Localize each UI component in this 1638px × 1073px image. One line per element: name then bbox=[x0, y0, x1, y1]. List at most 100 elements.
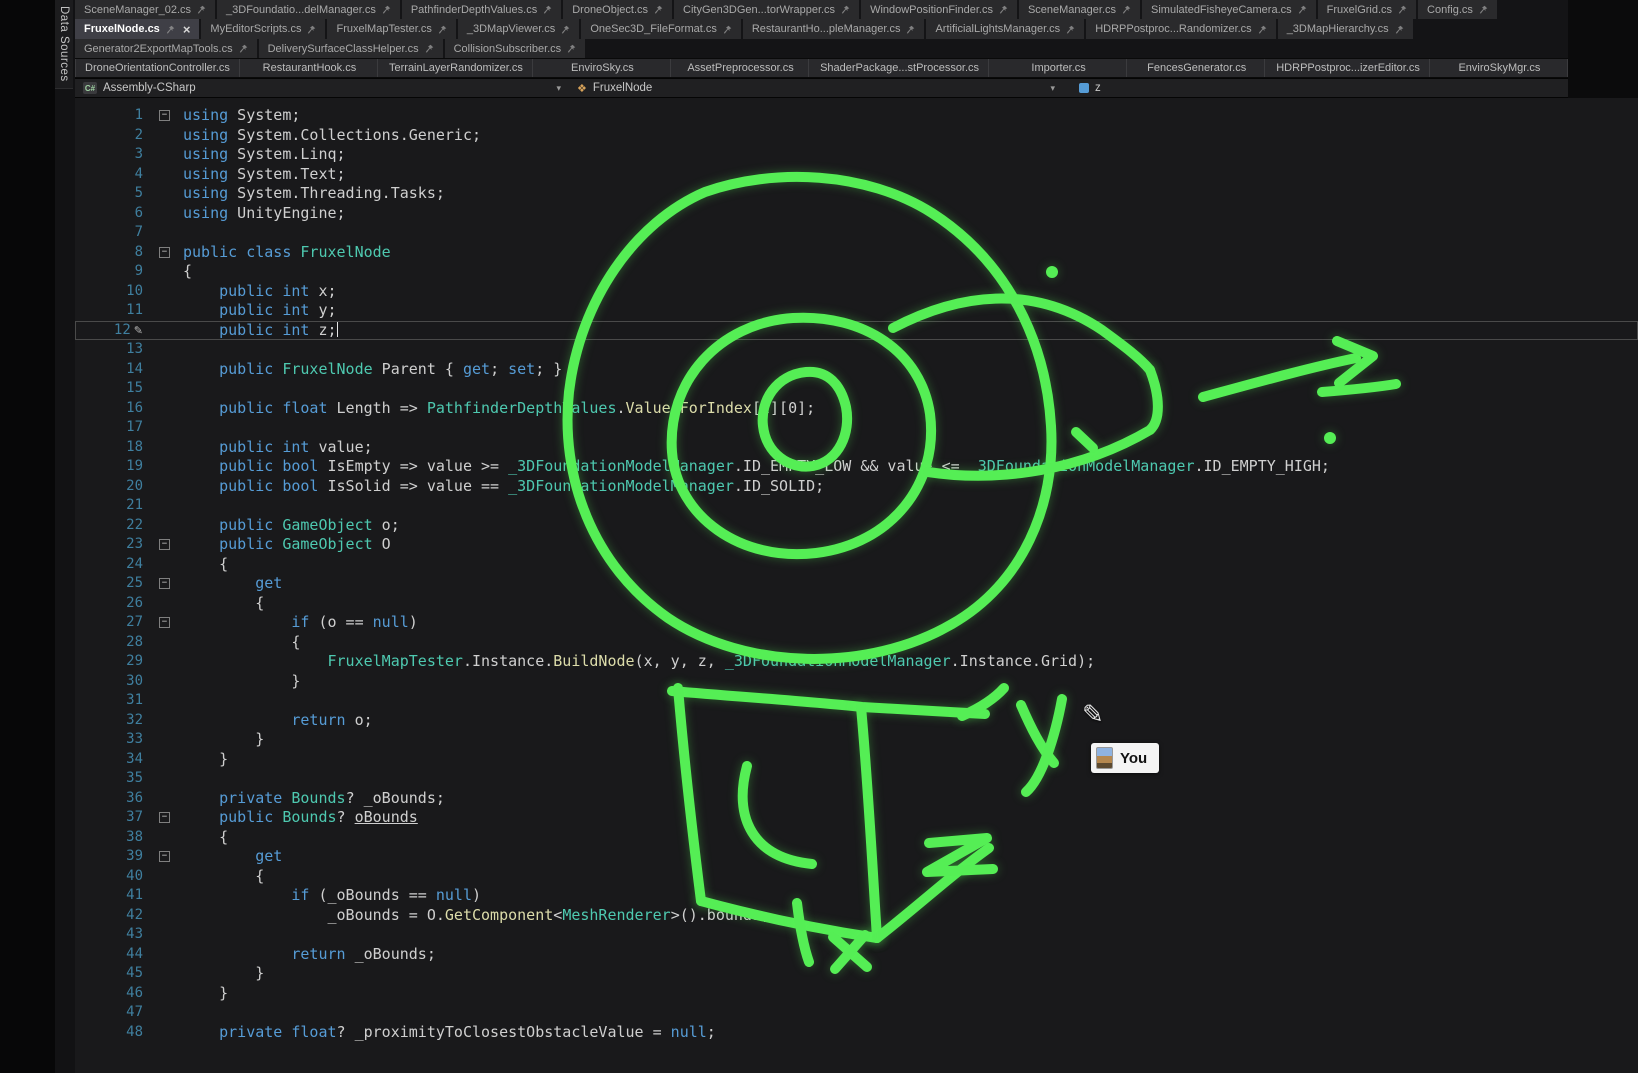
tab-importer-cs[interactable]: Importer.cs bbox=[991, 59, 1127, 77]
code-line-16[interactable]: 16 public float Length => PathfinderDept… bbox=[75, 399, 1638, 419]
tab-simulatedfisheyecamera-cs[interactable]: SimulatedFisheyeCamera.cs bbox=[1142, 0, 1316, 19]
tab-droneobject-cs[interactable]: DroneObject.cs bbox=[563, 0, 672, 19]
code-line-9[interactable]: 9{ bbox=[75, 262, 1638, 282]
code-line-3[interactable]: 3using System.Linq; bbox=[75, 145, 1638, 165]
fold-marker-icon[interactable]: − bbox=[159, 617, 170, 628]
code-line-27[interactable]: 27− if (o == null) bbox=[75, 613, 1638, 633]
pin-icon bbox=[239, 44, 248, 53]
code-line-45[interactable]: 45 } bbox=[75, 964, 1638, 984]
code-line-19[interactable]: 19 public bool IsEmpty => value >= _3DFo… bbox=[75, 457, 1638, 477]
line-number: 48 bbox=[75, 1023, 143, 1043]
tab-envirosky-cs[interactable]: EnviroSky.cs bbox=[535, 59, 671, 77]
code-line-44[interactable]: 44 return _oBounds; bbox=[75, 945, 1638, 965]
tab-restaurantho-plemanager-cs[interactable]: RestaurantHo...pleManager.cs bbox=[743, 19, 925, 39]
tab--3dmapviewer-cs[interactable]: _3DMapViewer.cs bbox=[458, 19, 579, 39]
code-line-15[interactable]: 15 bbox=[75, 379, 1638, 399]
sidebar-tab-data-sources[interactable]: Data Sources bbox=[55, 0, 73, 89]
tab-fruxelnode-cs[interactable]: FruxelNode.cs× bbox=[75, 19, 199, 39]
code-line-31[interactable]: 31 bbox=[75, 691, 1638, 711]
code-line-4[interactable]: 4using System.Text; bbox=[75, 165, 1638, 185]
code-line-12[interactable]: 12✎ public int z; bbox=[75, 321, 1638, 341]
tab-artificiallightsmanager-cs[interactable]: ArtificialLightsManager.cs bbox=[926, 19, 1084, 39]
tab-enviroskymgr-cs[interactable]: EnviroSkyMgr.cs bbox=[1432, 59, 1568, 77]
tab-onesec3d-fileformat-cs[interactable]: OneSec3D_FileFormat.cs bbox=[581, 19, 741, 39]
tab-deliverysurfaceclasshelper-cs[interactable]: DeliverySurfaceClassHelper.cs bbox=[259, 39, 443, 58]
tab-hdrppostproc-randomizer-cs[interactable]: HDRPPostproc...Randomizer.cs bbox=[1086, 19, 1276, 39]
tab-label: _3DMapHierarchy.cs bbox=[1287, 23, 1389, 35]
tab-citygen3dgen-torwrapper-cs[interactable]: CityGen3DGen...torWrapper.cs bbox=[674, 0, 859, 19]
code-line-23[interactable]: 23− public GameObject O bbox=[75, 535, 1638, 555]
code-line-10[interactable]: 10 public int x; bbox=[75, 282, 1638, 302]
tab-config-cs[interactable]: Config.cs bbox=[1418, 0, 1497, 19]
line-number: 22 bbox=[75, 516, 143, 536]
tab--3dmaphierarchy-cs[interactable]: _3DMapHierarchy.cs bbox=[1278, 19, 1413, 39]
code-line-14[interactable]: 14 public FruxelNode Parent { get; set; … bbox=[75, 360, 1638, 380]
tab-scenemanager-02-cs[interactable]: SceneManager_02.cs bbox=[75, 0, 215, 19]
tab-fruxelgrid-cs[interactable]: FruxelGrid.cs bbox=[1318, 0, 1416, 19]
code-line-29[interactable]: 29 FruxelMapTester.Instance.BuildNode(x,… bbox=[75, 652, 1638, 672]
tab-restauranthook-cs[interactable]: RestaurantHook.cs bbox=[242, 59, 378, 77]
code-line-26[interactable]: 26 { bbox=[75, 594, 1638, 614]
code-line-1[interactable]: 1−using System; bbox=[75, 106, 1638, 126]
code-line-20[interactable]: 20 public bool IsSolid => value == _3DFo… bbox=[75, 477, 1638, 497]
tab-terrainlayerrandomizer-cs[interactable]: TerrainLayerRandomizer.cs bbox=[380, 59, 533, 77]
code-line-22[interactable]: 22 public GameObject o; bbox=[75, 516, 1638, 536]
code-line-30[interactable]: 30 } bbox=[75, 672, 1638, 692]
code-line-46[interactable]: 46 } bbox=[75, 984, 1638, 1004]
tab-generator2exportmaptools-cs[interactable]: Generator2ExportMapTools.cs bbox=[75, 39, 257, 58]
close-icon[interactable]: × bbox=[183, 23, 191, 36]
tab-shaderpackage-stprocessor-cs[interactable]: ShaderPackage...stProcessor.cs bbox=[811, 59, 989, 77]
code-editor[interactable]: 1−using System;2using System.Collections… bbox=[75, 98, 1638, 1073]
code-line-18[interactable]: 18 public int value; bbox=[75, 438, 1638, 458]
code-line-24[interactable]: 24 { bbox=[75, 555, 1638, 575]
code-line-41[interactable]: 41 if (_oBounds == null) bbox=[75, 886, 1638, 906]
tab-pathfinderdepthvalues-cs[interactable]: PathfinderDepthValues.cs bbox=[402, 0, 561, 19]
tab-collisionsubscriber-cs[interactable]: CollisionSubscriber.cs bbox=[445, 39, 586, 58]
code-line-6[interactable]: 6using UnityEngine; bbox=[75, 204, 1638, 224]
code-line-39[interactable]: 39− get bbox=[75, 847, 1638, 867]
code-line-35[interactable]: 35 bbox=[75, 769, 1638, 789]
code-line-11[interactable]: 11 public int y; bbox=[75, 301, 1638, 321]
code-line-38[interactable]: 38 { bbox=[75, 828, 1638, 848]
code-text bbox=[176, 340, 1638, 360]
code-line-37[interactable]: 37− public Bounds? oBounds bbox=[75, 808, 1638, 828]
fold-marker-icon[interactable]: − bbox=[159, 539, 170, 550]
tab-droneorientationcontroller-cs[interactable]: DroneOrientationController.cs bbox=[75, 59, 240, 77]
breadcrumb-member-dropdown[interactable]: z bbox=[1063, 79, 1109, 97]
tab--3dfoundatio-delmanager-cs[interactable]: _3DFoundatio...delManager.cs bbox=[217, 0, 400, 19]
code-line-40[interactable]: 40 { bbox=[75, 867, 1638, 887]
code-line-8[interactable]: 8−public class FruxelNode bbox=[75, 243, 1638, 263]
code-line-43[interactable]: 43 bbox=[75, 925, 1638, 945]
tab-myeditorscripts-cs[interactable]: MyEditorScripts.cs bbox=[201, 19, 325, 39]
code-line-32[interactable]: 32 return o; bbox=[75, 711, 1638, 731]
tab-scenemanager-cs[interactable]: SceneManager.cs bbox=[1019, 0, 1140, 19]
code-line-21[interactable]: 21 bbox=[75, 496, 1638, 516]
presence-chip: You bbox=[1091, 743, 1159, 773]
code-line-47[interactable]: 47 bbox=[75, 1003, 1638, 1023]
fold-marker-icon[interactable]: − bbox=[159, 812, 170, 823]
code-line-33[interactable]: 33 } bbox=[75, 730, 1638, 750]
fold-marker-icon[interactable]: − bbox=[159, 851, 170, 862]
fold-marker-icon[interactable]: − bbox=[159, 247, 170, 258]
code-line-48[interactable]: 48 private float? _proximityToClosestObs… bbox=[75, 1023, 1638, 1043]
fold-marker-icon[interactable]: − bbox=[159, 110, 170, 121]
code-line-2[interactable]: 2using System.Collections.Generic; bbox=[75, 126, 1638, 146]
code-line-5[interactable]: 5using System.Threading.Tasks; bbox=[75, 184, 1638, 204]
tab-windowpositionfinder-cs[interactable]: WindowPositionFinder.cs bbox=[861, 0, 1017, 19]
breadcrumb-type-dropdown[interactable]: ❖ FruxelNode ▾ bbox=[569, 79, 1063, 97]
code-line-42[interactable]: 42 _oBounds = O.GetComponent<MeshRendere… bbox=[75, 906, 1638, 926]
code-line-13[interactable]: 13 bbox=[75, 340, 1638, 360]
tab-hdrppostproc-izereditor-cs[interactable]: HDRPPostproc...izerEditor.cs bbox=[1267, 59, 1430, 77]
tab-fruxelmaptester-cs[interactable]: FruxelMapTester.cs bbox=[327, 19, 455, 39]
code-line-36[interactable]: 36 private Bounds? _oBounds; bbox=[75, 789, 1638, 809]
fold-marker-icon[interactable]: − bbox=[159, 578, 170, 589]
code-line-7[interactable]: 7 bbox=[75, 223, 1638, 243]
line-number: 46 bbox=[75, 984, 143, 1004]
code-line-34[interactable]: 34 } bbox=[75, 750, 1638, 770]
tab-fencesgenerator-cs[interactable]: FencesGenerator.cs bbox=[1129, 59, 1265, 77]
tab-assetpreprocessor-cs[interactable]: AssetPreprocessor.cs bbox=[673, 59, 809, 77]
code-line-28[interactable]: 28 { bbox=[75, 633, 1638, 653]
code-line-17[interactable]: 17 bbox=[75, 418, 1638, 438]
code-line-25[interactable]: 25− get bbox=[75, 574, 1638, 594]
breadcrumb-project-dropdown[interactable]: C# Assembly-CSharp ▾ bbox=[75, 79, 569, 97]
